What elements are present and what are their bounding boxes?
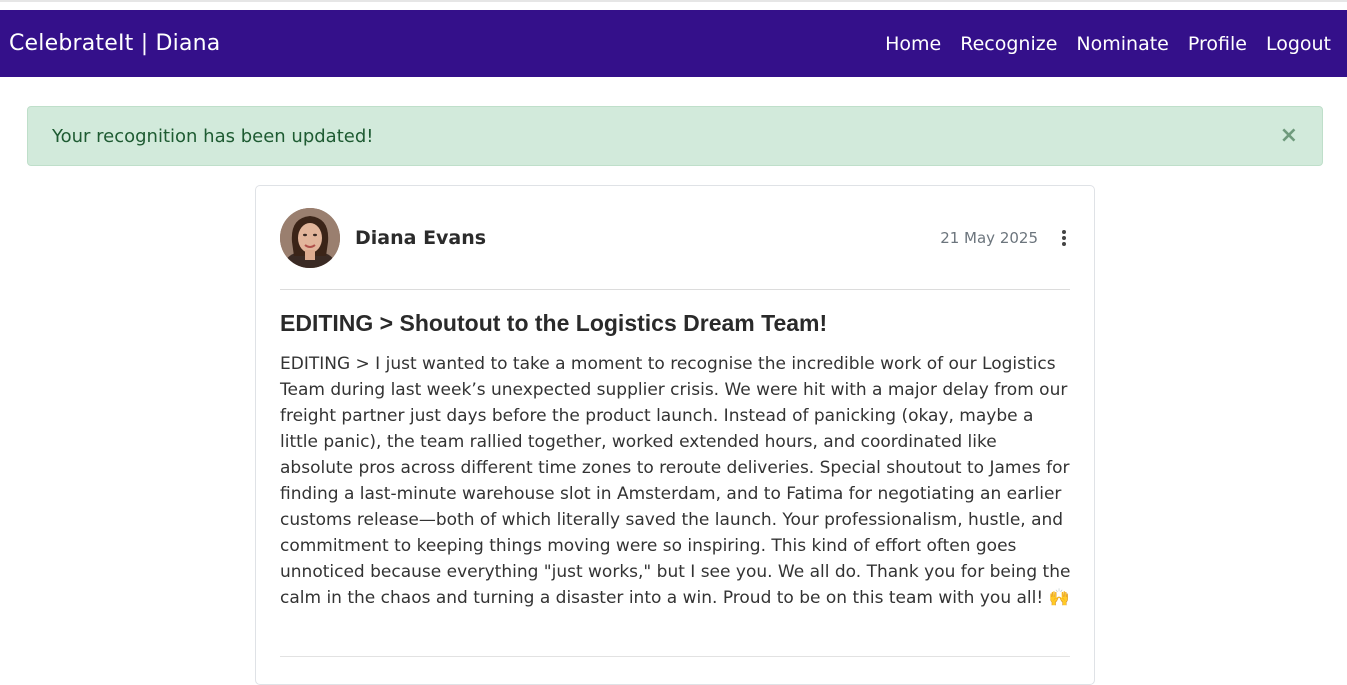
nav-profile-link[interactable]: Profile: [1188, 33, 1247, 55]
avatar: [280, 207, 340, 268]
post-title: EDITING > Shoutout to the Logistics Drea…: [280, 310, 828, 336]
nav-home-link[interactable]: Home: [885, 33, 941, 55]
more-options-icon[interactable]: [1058, 228, 1070, 248]
post-meta: 21 May 2025: [940, 228, 1070, 248]
author-name[interactable]: Diana Evans: [355, 227, 486, 249]
post-date: 21 May 2025: [940, 228, 1038, 247]
recognition-card: Diana Evans 21 May 2025 EDITING > Shouto…: [255, 185, 1095, 685]
close-icon[interactable]: ×: [1280, 125, 1298, 147]
nav-recognize-link[interactable]: Recognize: [960, 33, 1057, 55]
nav-nominate-link[interactable]: Nominate: [1076, 33, 1168, 55]
card-divider: [280, 656, 1070, 657]
navbar: CelebrateIt | Diana Home Recognize Nomin…: [0, 10, 1347, 77]
success-alert: Your recognition has been updated! ×: [27, 106, 1323, 166]
post-body: EDITING > I just wanted to take a moment…: [280, 354, 1071, 608]
card-header: Diana Evans 21 May 2025: [280, 186, 1070, 290]
author-block: Diana Evans: [280, 207, 486, 268]
brand-title[interactable]: CelebrateIt | Diana: [9, 31, 220, 56]
alert-message: Your recognition has been updated!: [52, 125, 374, 147]
nav-links: Home Recognize Nominate Profile Logout: [885, 33, 1331, 55]
nav-logout-link[interactable]: Logout: [1266, 33, 1331, 55]
top-border: [0, 0, 1347, 10]
